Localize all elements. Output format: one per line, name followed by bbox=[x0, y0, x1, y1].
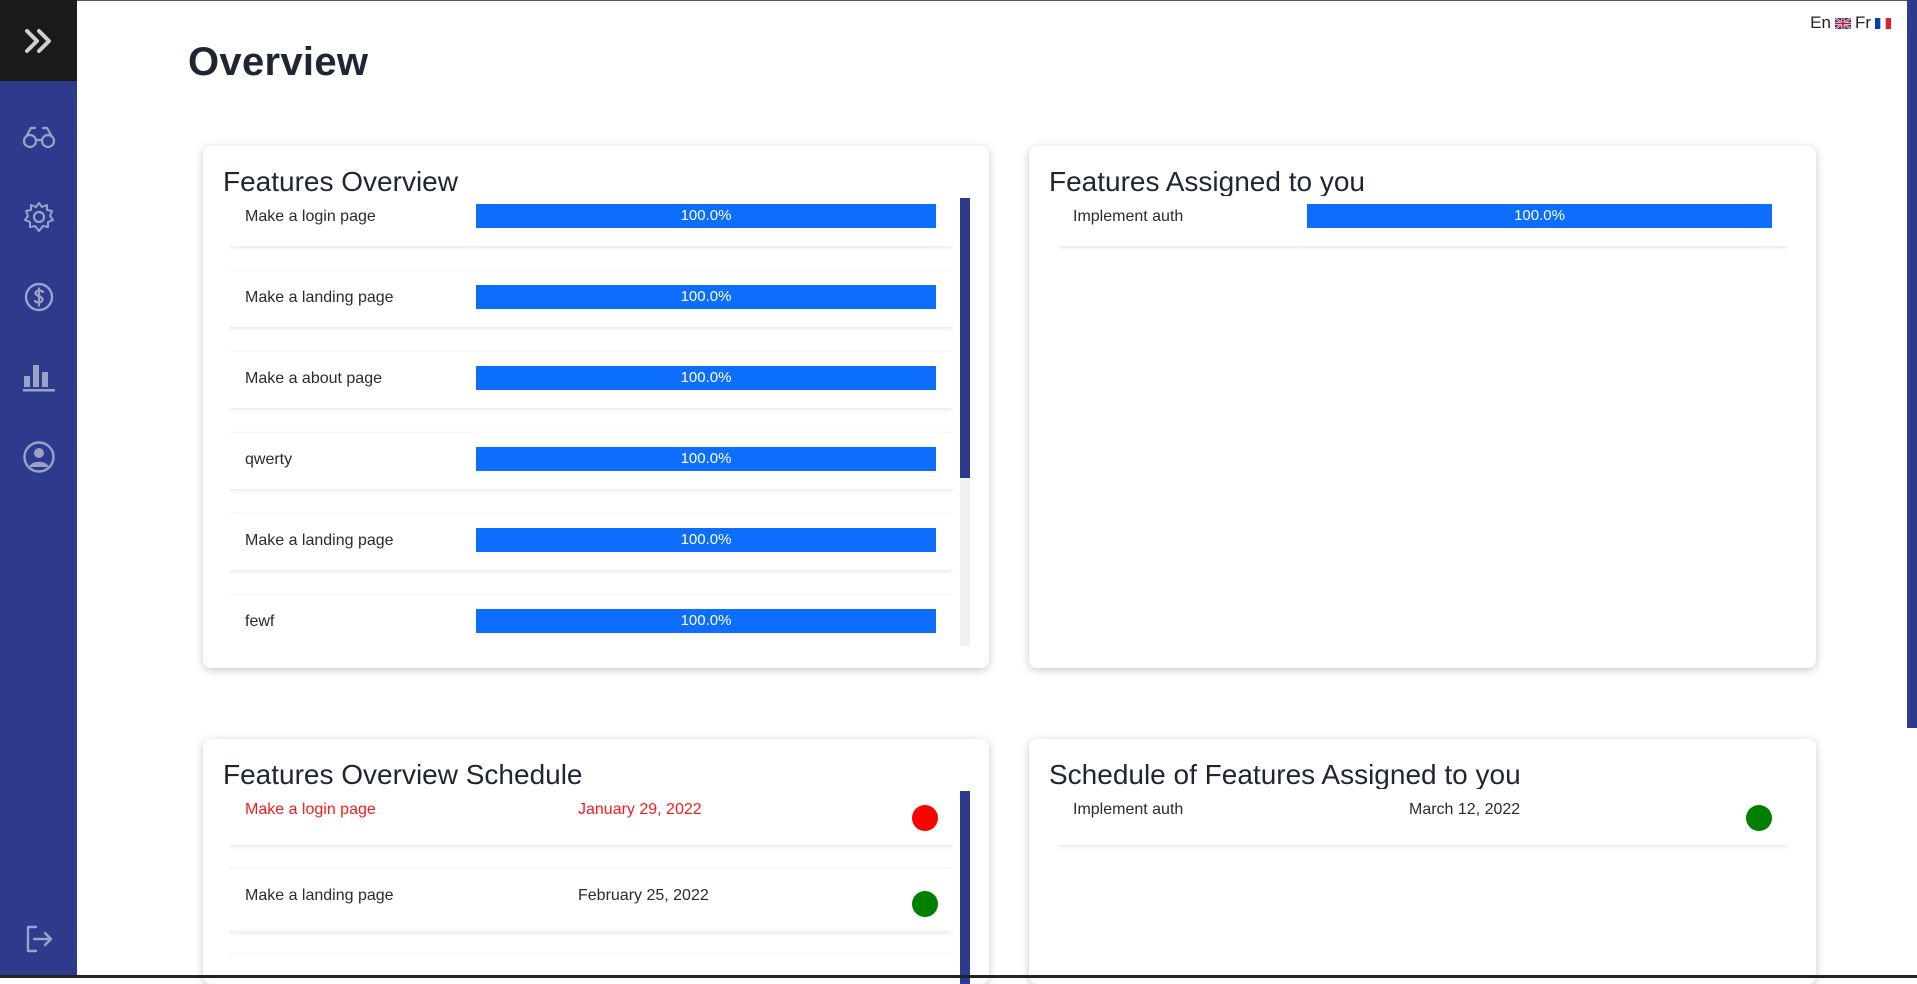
progress-bar: 100.0% bbox=[476, 366, 936, 390]
progress-bar: 100.0% bbox=[476, 285, 936, 309]
schedule-row: Implement auth March 12, 2022 bbox=[1057, 789, 1788, 845]
lang-en-link[interactable]: En bbox=[1810, 13, 1831, 33]
uk-flag-icon[interactable] bbox=[1834, 17, 1851, 29]
list-item: Make a about page 100.0% bbox=[229, 352, 953, 408]
sidebar-item-profile[interactable] bbox=[0, 433, 77, 481]
language-switcher: En Fr bbox=[1810, 13, 1891, 33]
feature-name: Implement auth bbox=[1073, 208, 1184, 225]
list-scrollbar-thumb[interactable] bbox=[960, 791, 970, 984]
due-date: February 25, 2022 bbox=[578, 887, 709, 904]
schedule-row: Make a login page January 29, 2022 bbox=[229, 789, 953, 845]
sidebar bbox=[0, 0, 77, 978]
status-indicator bbox=[912, 805, 938, 831]
feature-name: Make a landing page bbox=[245, 289, 394, 306]
schedule-row: Make a landing page February 25, 2022 bbox=[229, 869, 953, 931]
list-item: Make a landing page 100.0% bbox=[229, 271, 953, 327]
feature-name: Implement auth bbox=[1073, 801, 1184, 818]
feature-name: qwerty bbox=[245, 451, 293, 468]
france-flag-icon[interactable] bbox=[1875, 17, 1891, 29]
sidebar-item-budget[interactable] bbox=[0, 273, 77, 321]
features-assigned-card: Features Assigned to you Implement auth … bbox=[1029, 146, 1816, 668]
user-circle-icon bbox=[22, 441, 55, 473]
progress-bar: 100.0% bbox=[476, 528, 936, 552]
due-date: January 29, 2022 bbox=[578, 801, 702, 818]
feature-name: Make a login page bbox=[245, 208, 376, 225]
status-indicator bbox=[912, 891, 938, 917]
due-date: March 12, 2022 bbox=[1409, 801, 1521, 818]
list-scrollbar-thumb[interactable] bbox=[960, 198, 970, 478]
feature-name: fewf bbox=[245, 613, 275, 630]
assigned-schedule-title: Schedule of Features Assigned to you bbox=[1049, 759, 1521, 790]
bar-chart-icon bbox=[22, 365, 55, 392]
overview-schedule-title: Features Overview Schedule bbox=[223, 759, 583, 790]
progress-bar: 100.0% bbox=[1307, 204, 1772, 228]
progress-bar: 100.0% bbox=[476, 204, 936, 228]
list-item: fewf 100.0% bbox=[229, 595, 953, 646]
sidebar-item-overview[interactable] bbox=[0, 113, 77, 161]
page-title: Overview bbox=[188, 40, 369, 84]
logout-button[interactable] bbox=[0, 915, 77, 963]
sidebar-toggle-button[interactable] bbox=[0, 0, 77, 81]
sidebar-item-settings[interactable] bbox=[0, 193, 77, 241]
list-item: Implement auth 100.0% bbox=[1057, 196, 1788, 246]
list-item: qwerty 100.0% bbox=[229, 433, 953, 489]
features-assigned-title: Features Assigned to you bbox=[1049, 166, 1365, 197]
assigned-schedule-card: Schedule of Features Assigned to you Imp… bbox=[1029, 739, 1816, 984]
features-assigned-list[interactable]: Implement auth 100.0% bbox=[1057, 196, 1788, 646]
double-chevron-right-icon bbox=[24, 28, 51, 53]
overview-schedule-list[interactable]: Make a login page January 29, 2022 Make … bbox=[229, 789, 953, 984]
features-overview-card: Features Overview Make a login page 100.… bbox=[203, 146, 989, 668]
status-indicator bbox=[1746, 805, 1772, 831]
features-overview-schedule-card: Features Overview Schedule Make a login … bbox=[203, 739, 989, 984]
lang-fr-link[interactable]: Fr bbox=[1855, 13, 1871, 33]
page-scrollbar[interactable] bbox=[1907, 0, 1917, 728]
features-overview-title: Features Overview bbox=[223, 166, 458, 197]
progress-bar: 100.0% bbox=[476, 447, 936, 471]
assigned-schedule-list[interactable]: Implement auth March 12, 2022 bbox=[1057, 789, 1788, 984]
schedule-row bbox=[229, 955, 953, 984]
gear-icon bbox=[23, 202, 54, 232]
feature-name: Make a about page bbox=[245, 370, 382, 387]
feature-name: Make a landing page bbox=[245, 887, 394, 904]
window-top-border bbox=[0, 0, 1917, 1]
logout-icon bbox=[26, 925, 52, 953]
binoculars-icon bbox=[22, 126, 55, 149]
features-overview-list[interactable]: Make a login page 100.0% Make a landing … bbox=[229, 196, 953, 646]
list-item: Make a login page 100.0% bbox=[229, 196, 953, 246]
progress-bar: 100.0% bbox=[476, 609, 936, 633]
sidebar-item-statistics[interactable] bbox=[0, 353, 77, 401]
feature-name: Make a login page bbox=[245, 801, 376, 818]
dollar-circle-icon bbox=[24, 282, 53, 312]
feature-name: Make a landing page bbox=[245, 532, 394, 549]
list-item: Make a landing page 100.0% bbox=[229, 514, 953, 570]
